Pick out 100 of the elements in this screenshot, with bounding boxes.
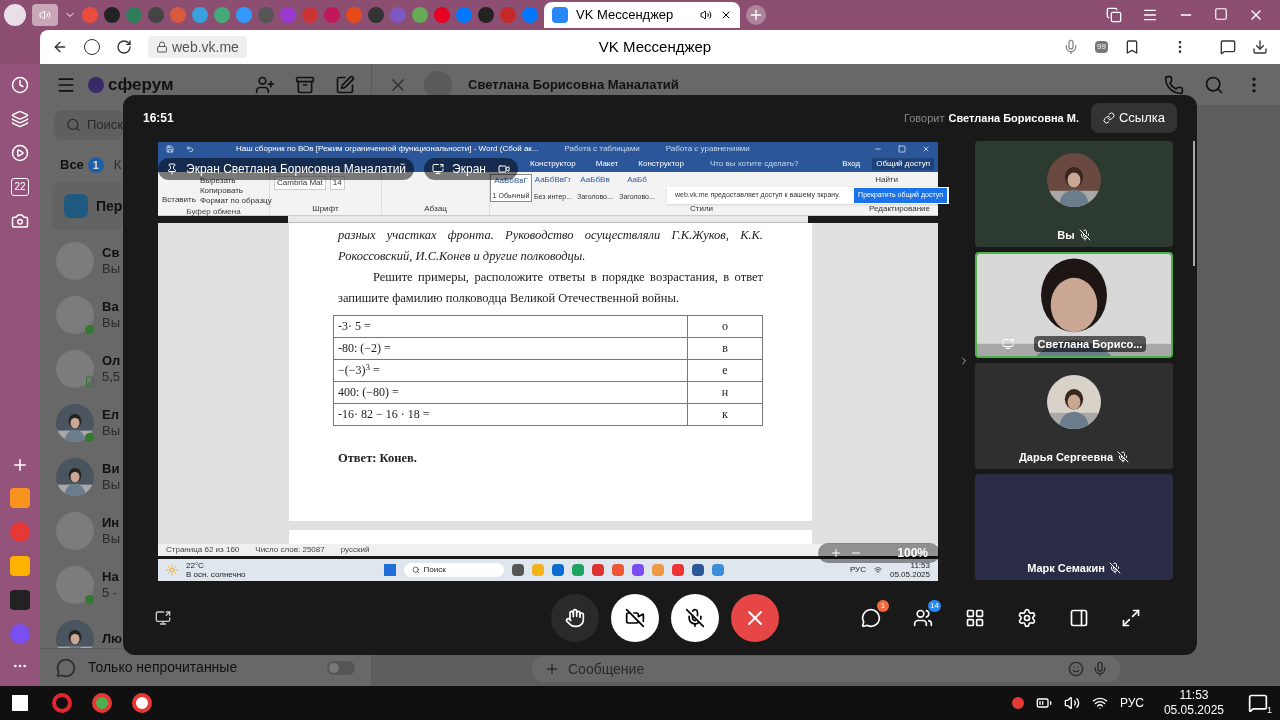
grid-icon[interactable] — [965, 608, 985, 628]
close-icon — [922, 145, 930, 153]
raise-hand-button[interactable] — [551, 594, 599, 642]
status-text: Число слов: 25087 — [255, 544, 325, 556]
find-button[interactable]: Найти — [875, 174, 898, 186]
history-icon[interactable] — [11, 76, 29, 94]
tab-favicon[interactable] — [412, 7, 428, 23]
tab-favicon[interactable] — [478, 7, 494, 23]
start-icon[interactable] — [12, 695, 28, 711]
tab-favicon[interactable] — [236, 7, 252, 23]
collections-icon[interactable] — [11, 110, 29, 128]
paste-button[interactable]: Вставить — [162, 194, 196, 206]
add-icon[interactable] — [11, 456, 29, 474]
font-name-field[interactable]: Cambria Mat — [274, 176, 326, 190]
taskbar-app-icon[interactable] — [92, 693, 112, 713]
undo-icon — [186, 145, 194, 153]
address-field[interactable]: web.vk.me — [148, 36, 247, 58]
taskbar-app-icon[interactable] — [511, 564, 524, 576]
chat-name: Св — [102, 244, 120, 261]
reload-icon[interactable] — [116, 39, 132, 55]
ribbon-group-label: Абзац — [423, 203, 448, 215]
tab-favicon[interactable] — [368, 7, 384, 23]
camera-off-icon — [625, 608, 645, 628]
search-field[interactable]: Поиск — [403, 563, 504, 577]
layout-icon[interactable] — [1069, 608, 1089, 628]
speaker-icon — [700, 9, 712, 21]
compose-icon[interactable] — [335, 75, 355, 95]
bookmark-icon[interactable] — [1124, 39, 1140, 55]
ribbon-tab[interactable]: Конструктор — [526, 158, 580, 170]
chat-name: Ел — [102, 406, 120, 423]
volume-icon[interactable] — [1063, 695, 1080, 711]
participant-tile[interactable]: Марк Семакин — [975, 474, 1173, 580]
participant-tile[interactable]: Светлана Борисо... — [975, 252, 1173, 358]
weather-temp: 22°C — [186, 561, 205, 570]
toggle-switch[interactable] — [327, 660, 355, 675]
close-icon[interactable] — [720, 9, 732, 21]
phone-icon[interactable] — [1164, 74, 1184, 95]
profile-icon[interactable] — [4, 4, 26, 26]
feedback-icon[interactable] — [1220, 39, 1236, 55]
search-icon[interactable] — [1204, 74, 1224, 95]
link-button[interactable]: Ссылка — [1090, 103, 1177, 133]
chat-title: Светлана Борисовна Маналатий — [468, 75, 679, 94]
participant-tile[interactable]: Вы — [975, 141, 1173, 247]
chat-preview: 5 - — [102, 585, 119, 602]
hand-icon — [565, 608, 585, 628]
clipboard-command[interactable]: Копировать — [199, 186, 272, 196]
clipboard-command[interactable]: Формат по образцу — [199, 196, 272, 206]
restore-icon[interactable] — [1214, 7, 1228, 21]
ribbon-group-label: Редактирование — [869, 203, 930, 215]
browser-tab[interactable]: VK Мессенджер — [544, 2, 740, 28]
pinned-tab[interactable] — [32, 4, 58, 26]
screen-share-icon[interactable] — [155, 610, 171, 626]
context-tab-group: Работа с уравнениями — [665, 143, 750, 155]
wifi-icon — [873, 566, 882, 574]
new-tab-icon[interactable] — [746, 5, 766, 25]
battery-icon[interactable] — [1035, 695, 1052, 711]
notification-count: 1 — [1267, 703, 1272, 717]
menu-icon[interactable] — [56, 75, 76, 95]
play-icon[interactable] — [11, 144, 29, 162]
tabs-icon[interactable] — [1106, 7, 1122, 23]
download-icon[interactable] — [1252, 39, 1268, 55]
call-timer: 16:51 — [143, 110, 174, 127]
ribbon-tab[interactable]: Макет — [591, 158, 623, 170]
scrollbar[interactable] — [1193, 141, 1195, 266]
restore-icon — [898, 145, 906, 153]
settings-icon[interactable] — [1017, 608, 1037, 628]
fullscreen-icon[interactable] — [1121, 608, 1141, 628]
add-contact-icon[interactable] — [255, 75, 275, 95]
date: 05.05.2025 — [889, 570, 930, 579]
participants-icon[interactable] — [913, 608, 933, 628]
screenshot-icon[interactable] — [11, 212, 29, 230]
tab-favicon[interactable] — [192, 7, 208, 23]
archive-icon[interactable] — [295, 75, 315, 95]
table-cell: -3· 5 = — [333, 315, 688, 338]
calendar-icon[interactable]: 22 — [11, 178, 29, 196]
sign-in-link[interactable]: Вход — [842, 158, 861, 170]
ribbon-tab[interactable]: Конструктор — [634, 158, 688, 170]
menu-icon[interactable] — [1142, 7, 1158, 23]
table-cell: 400: (−80) = — [333, 381, 688, 404]
filter-tab[interactable]: Все 1 — [60, 155, 104, 175]
back-icon[interactable] — [52, 39, 68, 55]
app-tray-icon[interactable] — [1011, 697, 1024, 709]
taskbar-app-icon[interactable] — [132, 693, 152, 713]
participant-tile[interactable]: Дарья Сергеевна — [975, 363, 1173, 469]
tab-favicon[interactable] — [104, 7, 120, 23]
tell-me-field[interactable]: Что вы хотите сделать? — [709, 158, 799, 170]
notifications-icon[interactable] — [1248, 693, 1268, 713]
camera-button[interactable] — [611, 594, 659, 642]
microphone-button[interactable] — [671, 594, 719, 642]
tab-favicon[interactable] — [214, 7, 230, 23]
link-icon — [1102, 112, 1115, 124]
language-indicator[interactable]: РУС — [1119, 694, 1144, 712]
font-size-field[interactable]: 14 — [329, 176, 345, 190]
speaker-name: Светлана Борисовна М. — [948, 110, 1079, 126]
wifi-icon[interactable] — [1091, 695, 1108, 711]
end-call-button[interactable] — [731, 594, 779, 642]
share-button[interactable]: Общий доступ — [872, 158, 934, 170]
extension-badge[interactable]: 99 — [1095, 41, 1108, 53]
start-icon[interactable] — [383, 564, 396, 576]
chat-name: Лю — [102, 630, 123, 648]
